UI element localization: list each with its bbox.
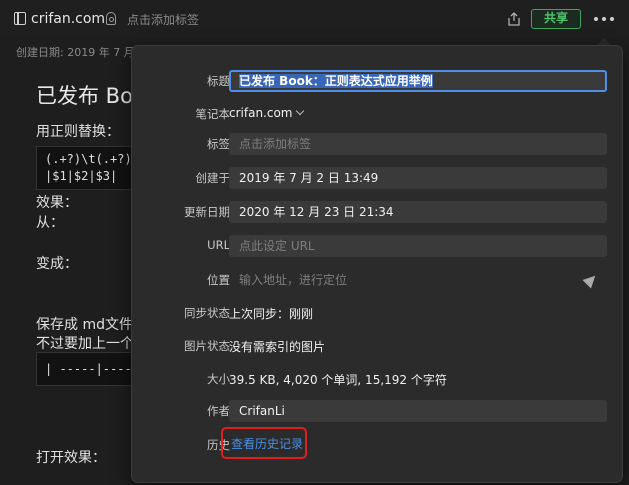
url-label: URL (207, 238, 230, 252)
note-line: 打开效果： (36, 450, 106, 466)
title-value: 已发布 Book：正则表达式应用举例 (239, 74, 433, 88)
author-row: 作者 CrifanLi (132, 400, 622, 422)
location-arrow-icon[interactable] (582, 271, 600, 289)
history-row: 历史 查看历史记录 (132, 427, 622, 459)
location-row: 位置 输入地址，进行定位 (132, 269, 622, 291)
share-icon[interactable] (507, 12, 521, 26)
more-options-icon[interactable] (594, 17, 614, 21)
note-line: 效果： (36, 195, 78, 211)
image-status-label: 图片状态 (184, 339, 230, 353)
created-label: 创建于 (195, 171, 231, 185)
updated-date-field[interactable]: 2020 年 12 月 23 日 21:34 (229, 201, 607, 223)
updated-row: 更新日期 2020 年 12 月 23 日 21:34 (132, 201, 622, 223)
location-input[interactable]: 输入地址，进行定位 (229, 269, 607, 291)
notebook-icon (14, 12, 26, 25)
location-placeholder: 输入地址，进行定位 (239, 273, 348, 287)
created-date-line: 创建日期: 2019 年 7 月 2 (16, 46, 146, 59)
author-label: 作者 (207, 404, 230, 418)
updated-label: 更新日期 (184, 205, 230, 219)
sync-row: 同步状态 上次同步：刚刚 (132, 302, 622, 324)
url-row: URL 点此设定 URL (132, 235, 622, 257)
note-line: 不过要加上一个 (36, 336, 134, 352)
add-tag-placeholder[interactable]: 点击添加标签 (127, 11, 199, 28)
notebook-label: 笔记本 (195, 107, 231, 121)
share-button[interactable]: 共享 (531, 9, 581, 29)
history-highlight: 查看历史记录 (221, 427, 307, 459)
location-label: 位置 (207, 273, 230, 287)
size-label: 大小 (207, 372, 230, 386)
tag-icon (106, 12, 116, 25)
note-line: 保存成 md文件 (36, 317, 133, 333)
note-line: 从： (36, 215, 64, 231)
note-title[interactable]: 已发布 Boo (36, 80, 146, 110)
author-input[interactable]: CrifanLi (229, 400, 607, 422)
size-value: 39.5 KB, 4,020 个单词, 15,192 个字符 (229, 373, 447, 387)
image-status-row: 图片状态 没有需索引的图片 (132, 335, 622, 357)
view-history-link[interactable]: 查看历史记录 (231, 435, 303, 452)
notebook-name[interactable]: crifan.com (31, 11, 105, 27)
url-input[interactable]: 点此设定 URL (229, 235, 607, 257)
sync-label: 同步状态 (184, 306, 230, 320)
tags-input[interactable]: 点击添加标签 (229, 133, 607, 155)
image-status-value: 没有需索引的图片 (229, 340, 326, 354)
title-row: 标题 已发布 Book：正则表达式应用举例 (132, 70, 622, 92)
sync-value: 上次同步：刚刚 (229, 307, 314, 321)
title-input[interactable]: 已发布 Book：正则表达式应用举例 (229, 70, 607, 92)
tags-label: 标签 (207, 137, 230, 151)
note-info-panel: 标题 已发布 Book：正则表达式应用举例 笔记本 crifan.com 标签 … (131, 45, 623, 483)
note-line: 变成： (36, 256, 78, 272)
created-date-field[interactable]: 2019 年 7 月 2 日 13:49 (229, 167, 607, 189)
notebook-row: 笔记本 crifan.com (132, 103, 622, 125)
notebook-select[interactable]: crifan.com (229, 106, 304, 120)
tags-row: 标签 点击添加标签 (132, 133, 622, 155)
note-toolbar: crifan.com 点击添加标签 共享 (0, 0, 629, 38)
note-line: 用正则替换： (36, 124, 120, 140)
title-label: 标题 (207, 74, 230, 88)
notebook-value: crifan.com (229, 106, 293, 120)
created-row: 创建于 2019 年 7 月 2 日 13:49 (132, 167, 622, 189)
size-row: 大小 39.5 KB, 4,020 个单词, 15,192 个字符 (132, 368, 622, 390)
chevron-down-icon (295, 106, 304, 116)
